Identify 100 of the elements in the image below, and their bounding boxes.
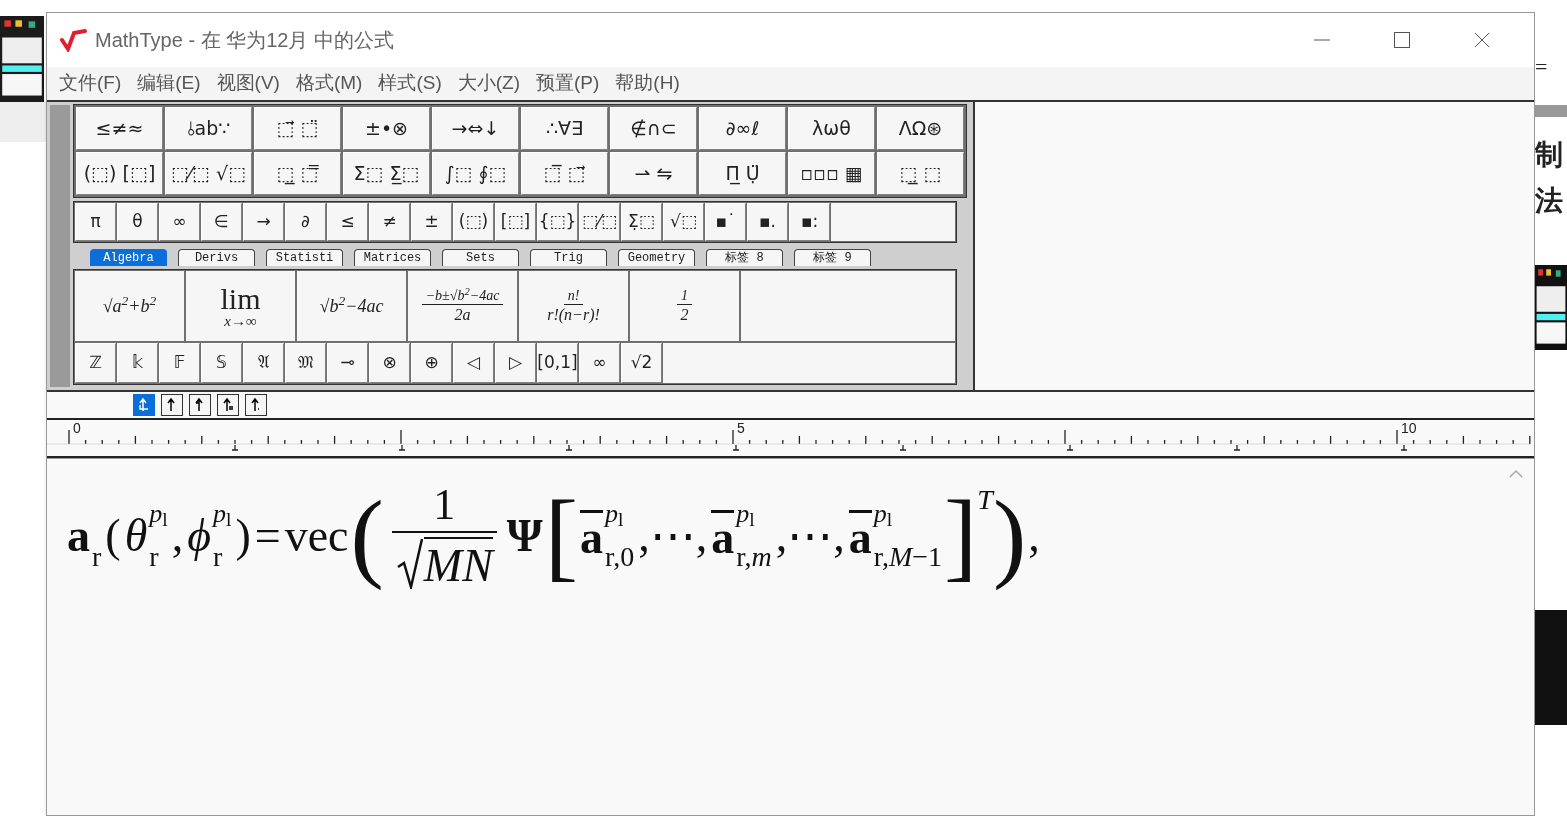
formula-symbol: ,⋯,: [775, 509, 845, 563]
palette-button[interactable]: λωθ: [788, 107, 875, 150]
template-denominator: 2a: [454, 305, 471, 326]
palette-button[interactable]: [⬚]: [495, 203, 536, 241]
minimize-icon: [1314, 39, 1330, 41]
palette-button[interactable]: √⬚: [663, 203, 704, 241]
tab[interactable]: 标签 8: [706, 249, 783, 266]
formula-superscript: T: [977, 483, 993, 517]
template-button[interactable]: √b$^{2}$−4ac: [297, 271, 406, 341]
palette-button[interactable]: ▪.: [747, 203, 788, 241]
nudge-button[interactable]: [161, 394, 183, 416]
palette-button[interactable]: ▫▫▫ ▦: [788, 152, 875, 195]
radical-icon: [395, 536, 424, 589]
palette-button[interactable]: ∂: [285, 203, 326, 241]
menu-item[interactable]: 视图(V): [214, 69, 282, 98]
palette-button[interactable]: ⊸: [327, 343, 368, 383]
menu-item[interactable]: 格式(M): [293, 69, 365, 98]
palette-button[interactable]: →: [243, 203, 284, 241]
formula-symbol: (: [105, 509, 121, 563]
template-button[interactable]: lim x→∞: [186, 271, 295, 341]
palette-button[interactable]: (⬚) [⬚]: [76, 152, 163, 195]
palette-button[interactable]: √2: [621, 343, 662, 383]
palette-button[interactable]: ∞: [159, 203, 200, 241]
palette-button[interactable]: (⬚): [453, 203, 494, 241]
palette-button[interactable]: ⊗: [369, 343, 410, 383]
palette-button[interactable]: ∞: [579, 343, 620, 383]
palette-button[interactable]: ⬚̲ ⬚̿: [254, 152, 341, 195]
palette-button[interactable]: ≤: [327, 203, 368, 241]
palette-button[interactable]: 𝔄: [243, 343, 284, 383]
palette-button[interactable]: ℤ: [75, 343, 116, 383]
palette-button[interactable]: ⬚⁄⬚ √⬚: [165, 152, 252, 195]
palette-button[interactable]: ∉∩⊂: [610, 107, 697, 150]
palette-button[interactable]: ⊕: [411, 343, 452, 383]
formula-variable: a: [848, 510, 872, 561]
palette-button[interactable]: {⬚}: [537, 203, 578, 241]
tab[interactable]: Geometry: [618, 249, 695, 266]
palette-button[interactable]: [0,1]: [537, 343, 578, 383]
nudge-button[interactable]: [245, 394, 267, 416]
palette-button[interactable]: ≠: [369, 203, 410, 241]
palette-button[interactable]: ⬚⃗ ⬚̈: [254, 107, 341, 150]
tab[interactable]: Statisti: [266, 249, 343, 266]
palette-button[interactable]: 𝕊: [201, 343, 242, 383]
tab[interactable]: Sets: [442, 249, 519, 266]
palette-button[interactable]: 𝕜: [117, 343, 158, 383]
palette-button[interactable]: Σ⬚ Σ̲⬚: [343, 152, 430, 195]
palette-button[interactable]: ∂∞ℓ: [699, 107, 786, 150]
palette-button[interactable]: Π̲ Ụ̈: [699, 152, 786, 195]
formula-symbol: ,: [171, 509, 184, 563]
maximize-icon: [1394, 32, 1410, 48]
template-button[interactable]: 1 2: [630, 271, 739, 341]
tab[interactable]: Algebra: [90, 249, 167, 266]
menu-item[interactable]: 预置(P): [534, 69, 602, 98]
palette-button[interactable]: ⬚⁄⬚: [579, 203, 620, 241]
palette-button[interactable]: ΛΩ⊛: [877, 107, 964, 150]
palette-button[interactable]: ⫰ab∵: [165, 107, 252, 150]
palette-button[interactable]: ±: [411, 203, 452, 241]
template-formula: lim: [220, 283, 261, 314]
palette-button[interactable]: →⇔↓: [432, 107, 519, 150]
close-icon: [1474, 32, 1490, 48]
formula-superscript: p$_{l}$: [736, 500, 756, 527]
nudge-button[interactable]: [189, 394, 211, 416]
palette-button[interactable]: ▪˙: [705, 203, 746, 241]
palette-button[interactable]: ▪:: [789, 203, 830, 241]
template-button[interactable]: √a$^{2}$+b$^{2}$: [75, 271, 184, 341]
palette-button[interactable]: ∫⬚ ∮⬚: [432, 152, 519, 195]
tab[interactable]: 标签 9: [794, 249, 871, 266]
palette-button[interactable]: ∴∀∃: [521, 107, 608, 150]
palette-button[interactable]: ⇀ ⇋: [610, 152, 697, 195]
toolbar-handle[interactable]: [50, 105, 70, 387]
menu-item[interactable]: 帮助(H): [613, 69, 682, 98]
formula-symbol: vec: [284, 509, 349, 563]
template-button[interactable]: −b±√b$^{2}$−4ac 2a: [408, 271, 517, 341]
template-formula: √b$^{2}$−4ac: [319, 292, 384, 318]
palette-button[interactable]: Σ̣⬚: [621, 203, 662, 241]
menu-item[interactable]: 文件(F): [57, 69, 124, 98]
palette-button[interactable]: ≤≠≈: [76, 107, 163, 150]
palette-button[interactable]: ∈: [201, 203, 242, 241]
palette-button[interactable]: ◁: [453, 343, 494, 383]
formula-subscript: r: [92, 542, 102, 571]
template-button[interactable]: n! r!(n−r)!: [519, 271, 628, 341]
palette-button[interactable]: 𝔐: [285, 343, 326, 383]
tab[interactable]: Derivs: [178, 249, 255, 266]
background-text: 法: [1535, 187, 1564, 215]
palette-button[interactable]: ⬚̅ ⬚⃗: [521, 152, 608, 195]
palette-button[interactable]: π: [75, 203, 116, 241]
palette-button[interactable]: ±•⊗: [343, 107, 430, 150]
logo-icon: [59, 28, 87, 52]
palette-button[interactable]: ▷: [495, 343, 536, 383]
formula-symbol: ,⋯,: [638, 509, 708, 563]
tab[interactable]: Trig: [530, 249, 607, 266]
nudge-button[interactable]: [217, 394, 239, 416]
ruler-label: 10: [1401, 421, 1417, 435]
menu-item[interactable]: 编辑(E): [135, 69, 203, 98]
palette-button[interactable]: θ: [117, 203, 158, 241]
palette-button[interactable]: ⬚̲ ⬚: [877, 152, 964, 195]
palette-button[interactable]: 𝔽: [159, 343, 200, 383]
tab[interactable]: Matrices: [354, 249, 431, 266]
formula-superscript: p$_{l}$: [605, 500, 625, 527]
menu-item[interactable]: 大小(Z): [455, 69, 522, 98]
menu-item[interactable]: 样式(S): [376, 69, 444, 98]
